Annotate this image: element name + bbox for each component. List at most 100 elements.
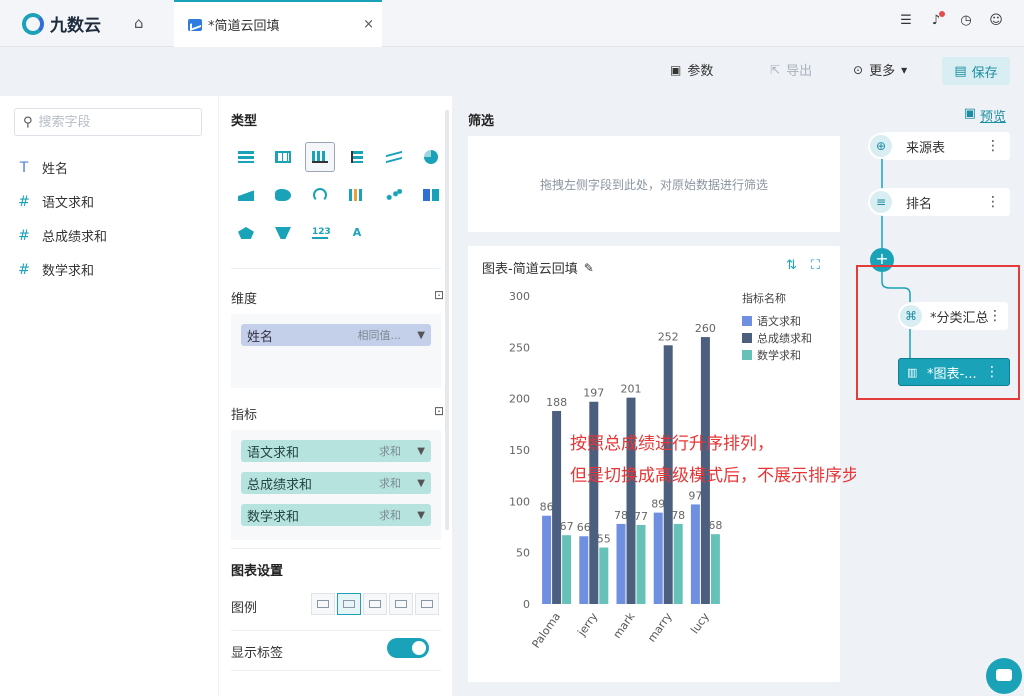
column-chart-icon[interactable] — [305, 142, 335, 172]
app-logo[interactable]: 九数云 — [22, 11, 101, 36]
tab-active[interactable]: *简道云回填 × — [174, 0, 382, 47]
scatter-chart-icon[interactable] — [379, 180, 409, 210]
params-button[interactable]: ▣ 参数 — [670, 60, 714, 80]
measure-pill[interactable]: 语文求和 求和 ▼ — [241, 440, 431, 462]
params-label: 参数 — [687, 64, 714, 79]
show-labels-toggle[interactable] — [387, 638, 429, 658]
funnel-chart-icon[interactable] — [268, 218, 298, 248]
legend-label: 图例 — [231, 601, 258, 616]
user-icon[interactable]: ☺ — [988, 13, 1004, 29]
search-input[interactable] — [38, 114, 179, 130]
pill-agg: 求和 — [379, 509, 401, 522]
task-list-icon[interactable]: ☰ — [898, 13, 914, 29]
bar-chart-icon[interactable] — [342, 142, 372, 172]
home-icon[interactable]: ⌂ — [134, 14, 152, 32]
caret-down-icon[interactable]: ▼ — [417, 510, 425, 521]
legend-left-option[interactable] — [363, 593, 387, 615]
tab-label: *简道云回填 — [208, 19, 280, 34]
stacked-column-icon[interactable] — [342, 180, 372, 210]
table-chart-icon[interactable] — [231, 142, 261, 172]
pill-agg: 求和 — [379, 445, 401, 458]
y-tick-label: 300 — [509, 290, 530, 303]
treemap-chart-icon[interactable] — [416, 180, 446, 210]
config-scrollbar[interactable] — [445, 110, 449, 530]
legend-top-option[interactable] — [389, 593, 413, 615]
app-name: 九数云 — [50, 16, 101, 36]
show-labels-label: 显示标签 — [231, 646, 284, 661]
line-chart-icon[interactable] — [379, 142, 409, 172]
measure-pill[interactable]: 数学求和 求和 ▼ — [241, 504, 431, 526]
divider — [231, 630, 441, 631]
data-label: 78 — [671, 509, 685, 522]
bar — [653, 512, 663, 604]
map-chart-icon[interactable] — [268, 180, 298, 210]
pill-label: 姓名 — [247, 329, 274, 345]
legend-swatch — [742, 316, 752, 326]
annotation-highlight-box — [856, 265, 1020, 400]
pill-label: 数学求和 — [247, 509, 300, 525]
caret-down-icon[interactable]: ▼ — [417, 478, 425, 489]
source-target-icon: ⊕ — [868, 133, 894, 159]
bar — [616, 523, 626, 604]
kpi-number-icon[interactable]: 123 — [305, 218, 335, 248]
export-icon: ⇱ — [770, 62, 781, 77]
chevron-down-icon: ▾ — [901, 62, 908, 77]
bar — [542, 515, 552, 604]
dimension-drop-zone[interactable]: 姓名 相同值... ▼ — [231, 314, 441, 388]
field-item-math-sum[interactable]: # 数学求和 — [18, 260, 94, 280]
annotation-line-2: 但是切换成高级模式后，不展示排序步骤了 — [570, 466, 893, 486]
node-more-icon[interactable]: ⋮ — [986, 138, 1000, 154]
node-more-icon[interactable]: ⋮ — [986, 194, 1000, 210]
save-button[interactable]: ▤ 保存 — [942, 57, 1010, 85]
rank-icon: ≡ — [868, 189, 894, 215]
tab-close-icon[interactable]: × — [363, 17, 374, 32]
caret-down-icon[interactable]: ▼ — [417, 446, 425, 457]
data-label: 197 — [583, 387, 604, 400]
bar — [690, 504, 700, 604]
legend-none-option[interactable] — [311, 593, 335, 615]
data-label: 260 — [695, 322, 716, 335]
legend-right-option[interactable] — [337, 593, 361, 615]
bar — [599, 547, 609, 604]
caret-down-icon[interactable]: ▼ — [417, 330, 425, 341]
top-bar: 九数云 ⌂ *简道云回填 × ☰ ♪ ◷ ☺ — [0, 0, 1024, 47]
notification-dot — [939, 11, 945, 17]
node-label: 排名 — [906, 196, 933, 212]
radar-chart-icon[interactable] — [231, 218, 261, 248]
legend-bottom-option[interactable] — [415, 593, 439, 615]
dimension-settings-icon[interactable]: ⊡ — [434, 288, 444, 302]
flow-node-rank[interactable]: ≡ 排名 ⋮ — [868, 188, 1010, 216]
measure-drop-zone[interactable]: 语文求和 求和 ▼ 总成绩求和 求和 ▼ 数学求和 求和 ▼ — [231, 430, 441, 540]
measure-settings-icon[interactable]: ⊡ — [434, 404, 444, 418]
data-label: 78 — [614, 509, 628, 522]
area-chart-icon[interactable] — [231, 180, 261, 210]
search-box[interactable]: ⚲ — [14, 108, 202, 136]
notification-bell-icon[interactable]: ♪ — [928, 11, 945, 29]
bar — [673, 523, 683, 604]
export-button[interactable]: ⇱ 导出 — [770, 60, 812, 80]
divider — [231, 268, 441, 269]
legend-entry: 总成绩求和 — [757, 331, 812, 345]
flow-node-source[interactable]: ⊕ 来源表 ⋮ — [868, 132, 1010, 160]
save-icon: ▤ — [954, 63, 967, 79]
timer-icon[interactable]: ◷ — [958, 13, 974, 29]
divider — [231, 670, 441, 671]
field-item-chinese-sum[interactable]: # 语文求和 — [18, 192, 94, 212]
data-label: 188 — [546, 396, 567, 409]
filter-drop-zone[interactable]: 拖拽左侧字段到此处，对原始数据进行筛选 — [468, 136, 840, 232]
cross-table-icon[interactable] — [268, 142, 298, 172]
logo-icon — [22, 12, 44, 35]
node-label: 来源表 — [906, 140, 946, 156]
measure-pill[interactable]: 总成绩求和 求和 ▼ — [241, 472, 431, 494]
chat-support-icon[interactable] — [986, 658, 1022, 694]
gauge-chart-icon[interactable] — [305, 180, 335, 210]
annotation-text: 按照总成绩进行升序排列， 但是切换成高级模式后，不展示排序步骤了 — [570, 428, 893, 492]
legend-position-options — [311, 593, 439, 615]
more-button[interactable]: ⊙ 更多 ▾ — [853, 60, 908, 80]
pie-chart-icon[interactable] — [416, 142, 446, 172]
dimension-pill[interactable]: 姓名 相同值... ▼ — [241, 324, 431, 346]
more-label: 更多 — [869, 64, 896, 79]
field-item-name[interactable]: T 姓名 — [18, 158, 68, 178]
field-item-total-sum[interactable]: # 总成绩求和 — [18, 226, 107, 246]
word-cloud-icon[interactable]: A — [342, 218, 372, 248]
